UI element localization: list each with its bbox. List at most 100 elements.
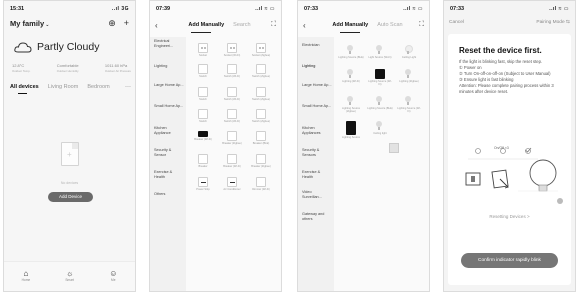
scan-icon[interactable]: ⛶ bbox=[264, 21, 276, 29]
category-item[interactable]: Security & Sensor bbox=[150, 148, 184, 157]
tab-auto-scan[interactable]: Auto Scan bbox=[377, 22, 402, 28]
device-tile[interactable]: Switch (Wi-Fi) bbox=[219, 87, 245, 101]
device-tile[interactable]: Breaker (BLE) bbox=[248, 131, 274, 145]
back-icon[interactable]: ‹ bbox=[303, 21, 323, 30]
user-icon: ☺ bbox=[109, 269, 118, 278]
add-icon[interactable]: + bbox=[124, 18, 129, 29]
status-bar: 07:39 ..ıl ≈ ▭ bbox=[156, 5, 275, 13]
pairing-mode-button[interactable]: Pairing Mode ⇆ bbox=[536, 20, 570, 25]
status-time: 07:33 bbox=[450, 6, 465, 12]
device-tile[interactable]: Switch bbox=[190, 109, 216, 123]
device-tile[interactable]: Switch (Wi-Fi) bbox=[219, 109, 245, 123]
category-item[interactable]: Large Home Ap... bbox=[298, 83, 332, 88]
back-icon[interactable]: ‹ bbox=[155, 21, 175, 30]
air-conditioner-icon bbox=[227, 177, 237, 187]
device-tile[interactable]: Switch (Wi-Fi) bbox=[219, 64, 245, 78]
room-tab-bedroom[interactable]: Bedroom bbox=[87, 84, 109, 90]
device-tile[interactable]: Lighting Source (Zigbee) bbox=[338, 96, 364, 113]
tab-smart[interactable]: ☼ Smart bbox=[65, 269, 74, 282]
tab-home[interactable]: ⌂ Home bbox=[22, 269, 31, 282]
category-list: Electrical Engineeri... Lighting Large H… bbox=[150, 37, 186, 291]
more-icon[interactable]: ··· bbox=[125, 84, 131, 90]
add-device-button[interactable]: Add Device bbox=[48, 192, 93, 202]
cancel-button[interactable]: Cancel bbox=[449, 20, 464, 25]
category-item[interactable]: Kitchen Appliances bbox=[298, 126, 332, 135]
device-tile[interactable]: Switch (Zigbee) bbox=[248, 109, 274, 123]
status-time: 07:39 bbox=[156, 6, 171, 12]
device-tile[interactable]: Breaker bbox=[190, 154, 216, 168]
room-tab-all[interactable]: All devices bbox=[10, 84, 39, 90]
device-tile[interactable]: Lighting Source (Wi-Fi) bbox=[396, 96, 422, 113]
category-item[interactable]: Others bbox=[150, 192, 165, 197]
phone-reset-device-screen: 07:33 ..ıl ≈ ▭ Cancel Pairing Mode ⇆ Res… bbox=[443, 0, 576, 292]
device-tile[interactable]: Switch (Zigbee) bbox=[248, 87, 274, 101]
device-tile[interactable] bbox=[388, 143, 400, 153]
stat-pressure: 1011.60 hPa Outdoor Air Pressure bbox=[104, 63, 131, 73]
category-item[interactable]: Gateway and others bbox=[298, 212, 332, 221]
room-tabs: All devices Living Room Bedroom ··· bbox=[10, 84, 131, 90]
breaker-icon bbox=[256, 131, 266, 141]
home-selector[interactable]: My family⌄ bbox=[10, 19, 49, 28]
add-device-header: ‹ Add Manually Search ⛶ bbox=[155, 20, 276, 30]
switch-icon bbox=[227, 64, 237, 74]
power-strip-icon bbox=[198, 177, 208, 187]
device-tile[interactable]: Ceiling light bbox=[367, 121, 393, 135]
stat-humidity: Comfortable Outdoor Humidity bbox=[56, 63, 79, 73]
device-tile[interactable]: Lighting Source bbox=[338, 121, 364, 139]
device-tile[interactable]: Breaker (Wi-Fi) bbox=[190, 131, 216, 141]
category-item[interactable]: Large Home Ap... bbox=[150, 83, 184, 88]
category-item[interactable]: Exercise & Health bbox=[150, 170, 184, 179]
device-tile[interactable]: Power Strip bbox=[190, 177, 216, 191]
device-tile[interactable]: Socket (Zigbee) bbox=[248, 43, 274, 57]
device-tile[interactable]: Breaker (Zigbee) bbox=[248, 154, 274, 168]
category-item[interactable]: Video Surveillan... bbox=[298, 190, 332, 199]
switch-icon bbox=[198, 64, 208, 74]
room-tab-living[interactable]: Living Room bbox=[48, 84, 79, 90]
tab-me[interactable]: ☺ Me bbox=[109, 269, 117, 282]
light-strip-icon bbox=[375, 69, 385, 79]
pairing-header: Cancel Pairing Mode ⇆ bbox=[449, 20, 570, 25]
device-tile[interactable]: Light Source (Wi-Fi) bbox=[367, 45, 393, 59]
breaker-icon bbox=[198, 154, 208, 164]
device-tile[interactable]: Dimmer (Wi-Fi) bbox=[248, 177, 274, 191]
category-item[interactable]: Kitchen Appliance bbox=[150, 126, 184, 135]
cloud-icon bbox=[14, 42, 32, 53]
category-list: Electrician Lighting Large Home Ap... Sm… bbox=[298, 37, 334, 291]
home-icon: ⌂ bbox=[23, 269, 29, 278]
category-item[interactable]: Small Home Ap... bbox=[150, 104, 184, 109]
tab-search[interactable]: Search bbox=[233, 22, 250, 28]
device-tile[interactable]: Lighting (Zigbee) bbox=[396, 69, 422, 83]
tab-add-manually[interactable]: Add Manually bbox=[332, 22, 368, 28]
device-tile[interactable]: Switch bbox=[190, 64, 216, 78]
bulb-icon bbox=[375, 45, 385, 55]
device-tile[interactable]: Breaker (Zigbee) bbox=[219, 131, 245, 145]
device-tile[interactable]: Lighting Source (BLE) bbox=[338, 45, 364, 59]
category-item[interactable]: Electrician bbox=[298, 43, 320, 48]
category-item[interactable]: Exercise & Health bbox=[298, 170, 332, 179]
device-tile[interactable]: Ceiling Light bbox=[396, 45, 422, 59]
confirm-blink-button[interactable]: Confirm indicator rapidly blink bbox=[461, 253, 558, 268]
device-tile[interactable]: Socket bbox=[190, 43, 216, 57]
switch-icon bbox=[256, 109, 266, 119]
device-tile[interactable]: Lighting Source (Wi-Fi) bbox=[367, 69, 393, 86]
device-tile[interactable]: Socket (Wi-Fi) bbox=[219, 43, 245, 57]
category-item[interactable]: Small Home Ap... bbox=[298, 104, 332, 109]
status-indicators: ..ıl ≈ ▭ bbox=[549, 6, 569, 12]
switch-icon bbox=[256, 64, 266, 74]
device-tile[interactable]: Lighting Source (BLE) bbox=[367, 96, 393, 110]
resetting-devices-link[interactable]: Resetting Devices > bbox=[448, 214, 571, 219]
reset-title: Reset the device first. bbox=[459, 46, 542, 55]
device-tile[interactable]: Air Conditioner bbox=[219, 177, 245, 191]
category-item[interactable]: Security & Sensors bbox=[298, 148, 332, 157]
dimmer-icon bbox=[256, 177, 266, 187]
tab-add-manually[interactable]: Add Manually bbox=[188, 22, 224, 28]
voice-assistant-icon[interactable]: ⊕ bbox=[108, 18, 116, 29]
scan-icon[interactable]: ⛶ bbox=[412, 21, 424, 29]
device-tile[interactable]: Switch (Zigbee) bbox=[248, 64, 274, 78]
device-tile[interactable]: Breaker (Wi-Fi) bbox=[219, 154, 245, 168]
device-tile[interactable]: Lighting (Wi-Fi) bbox=[338, 69, 364, 83]
category-item[interactable]: Lighting bbox=[150, 64, 167, 69]
category-item-selected[interactable]: Lighting bbox=[298, 64, 315, 69]
category-item[interactable]: Electrical Engineeri... bbox=[150, 39, 184, 48]
device-tile[interactable]: Switch bbox=[190, 87, 216, 101]
